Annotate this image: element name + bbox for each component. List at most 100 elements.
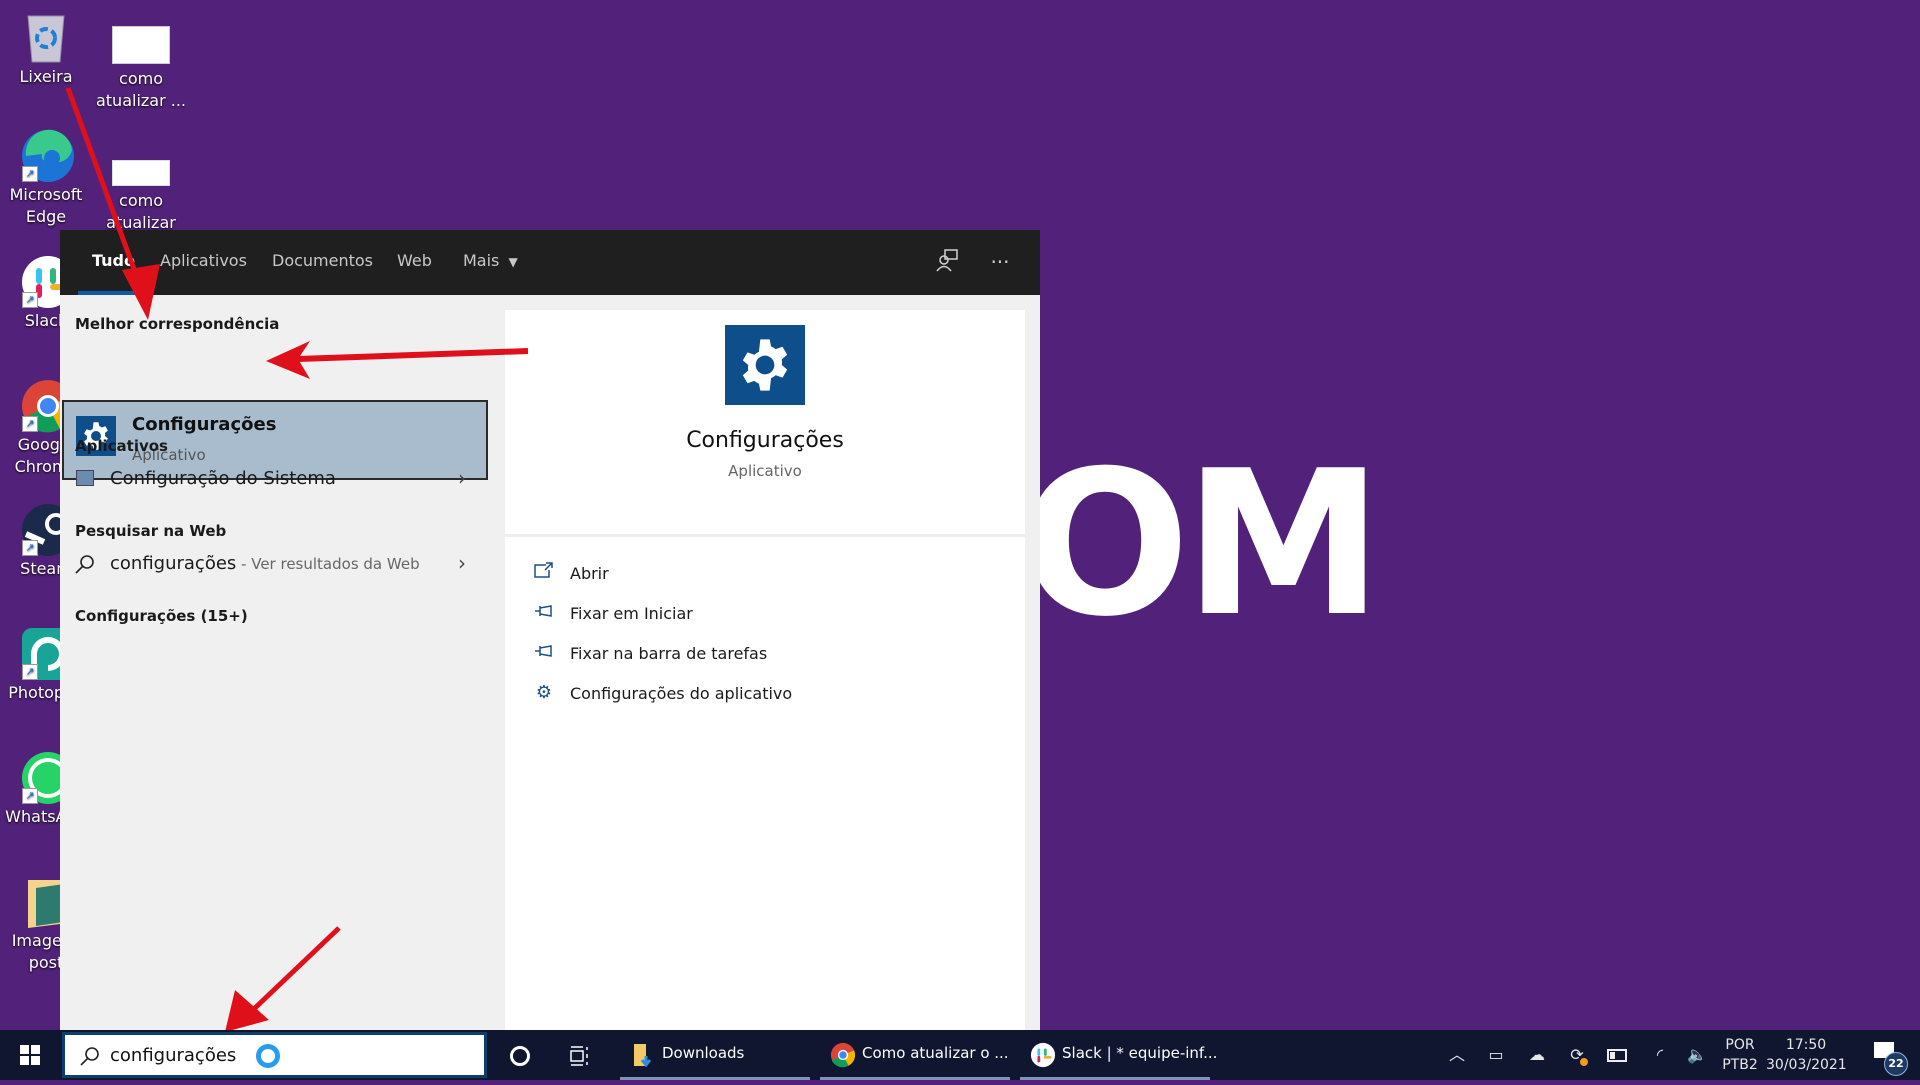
- cortana-button[interactable]: [500, 1030, 540, 1080]
- folder-icon: [634, 1044, 652, 1068]
- language-code: POR: [1725, 1037, 1755, 1053]
- video-camera-icon: ▭: [1488, 1045, 1504, 1064]
- cortana-ring-icon: [256, 1044, 280, 1068]
- document-thumbnail-icon: [112, 26, 170, 64]
- clock-time: 17:50: [1785, 1037, 1827, 1053]
- action-app-settings[interactable]: ⚙ Configurações do aplicativo: [505, 676, 1025, 712]
- app-result-label: Configuração do Sistema: [110, 468, 336, 489]
- task-view-button[interactable]: [560, 1030, 600, 1080]
- feedback-icon[interactable]: [933, 248, 961, 276]
- results-list: Melhor correspondência Configurações Apl…: [60, 295, 490, 1030]
- web-result-text: configurações - Ver resultados da Web: [110, 553, 420, 574]
- desktop-icon-label: Microsoft Edge: [9, 185, 83, 226]
- shortcut-arrow-icon: ↗: [22, 416, 38, 432]
- action-label: Abrir: [570, 564, 609, 583]
- search-filter-bar: Tudo Aplicativos Documentos Web Mais ▼ ·…: [60, 230, 1040, 295]
- cloud-icon: ☁: [1529, 1045, 1545, 1064]
- taskbar-app-slack[interactable]: Slack | * equipe-inf...: [1020, 1030, 1217, 1080]
- shortcut-arrow-icon: ↗: [22, 540, 38, 556]
- search-popup: Tudo Aplicativos Documentos Web Mais ▼ ·…: [60, 230, 1040, 1030]
- shortcut-arrow-icon: ↗: [22, 292, 38, 308]
- chevron-right-icon: ›: [458, 466, 466, 490]
- taskbar: configurações Downloads Como atualizar o…: [0, 1030, 1920, 1080]
- action-pin-taskbar[interactable]: Fixar na barra de tarefas: [505, 636, 1025, 672]
- desktop-icon-label: como atualizar: [106, 191, 176, 232]
- speaker-icon: 🔈: [1687, 1045, 1707, 1064]
- tab-all[interactable]: Tudo: [78, 230, 149, 295]
- volume-button[interactable]: 🔈: [1682, 1030, 1712, 1080]
- slack-icon: [1030, 1042, 1056, 1068]
- tab-more[interactable]: Mais ▼: [463, 230, 518, 295]
- search-icon: [80, 1047, 99, 1066]
- taskbar-app-downloads[interactable]: Downloads: [620, 1030, 810, 1080]
- sync-button[interactable]: ⟳: [1562, 1030, 1592, 1080]
- keyboard-layout: PTB2: [1722, 1057, 1758, 1073]
- divider: [505, 534, 1025, 537]
- web-suffix: - Ver resultados da Web: [236, 555, 420, 573]
- desktop-icon-document-2[interactable]: como atualizar: [93, 160, 189, 234]
- action-label: Fixar na barra de tarefas: [570, 644, 768, 663]
- action-center-button[interactable]: 22: [1866, 1030, 1908, 1080]
- detail-title: Configurações: [686, 428, 844, 453]
- search-input-value[interactable]: configurações: [110, 1045, 236, 1066]
- action-pin-start[interactable]: Fixar em Iniciar: [505, 596, 1025, 632]
- windows-logo-icon: [20, 1045, 40, 1065]
- battery-icon: [1607, 1049, 1627, 1062]
- search-icon: [74, 553, 96, 579]
- more-options-icon[interactable]: ···: [986, 248, 1014, 276]
- open-icon: [533, 562, 555, 584]
- system-config-icon: [76, 470, 94, 486]
- desktop-icon-recycle-bin[interactable]: Lixeira: [0, 10, 94, 88]
- detail-subtitle: Aplicativo: [728, 462, 802, 480]
- section-apps: Aplicativos: [75, 437, 168, 455]
- taskbar-app-label: Como atualizar o ...: [862, 1044, 1009, 1062]
- meet-now-button[interactable]: ▭: [1482, 1030, 1510, 1080]
- tab-web[interactable]: Web: [397, 230, 432, 295]
- result-detail-pane: Configurações Aplicativo Abrir Fixar em …: [505, 310, 1025, 1030]
- recycle-bin-icon: [20, 10, 72, 63]
- action-label: Fixar em Iniciar: [570, 604, 693, 623]
- tab-more-label: Mais: [463, 251, 500, 270]
- pin-icon: [533, 602, 555, 624]
- desktop-icon-label: como atualizar ...: [95, 69, 187, 110]
- taskbar-app-chrome[interactable]: Como atualizar o ...: [820, 1030, 1010, 1080]
- settings-app-large-icon: [725, 325, 805, 405]
- section-best-match: Melhor correspondência: [75, 315, 280, 333]
- chevron-up-icon: ︿: [1448, 1045, 1465, 1064]
- taskbar-search-box[interactable]: configurações: [62, 1032, 487, 1078]
- best-match-title: Configurações: [132, 414, 277, 435]
- web-query: configurações: [110, 553, 237, 574]
- notification-count-badge: 22: [1884, 1052, 1908, 1076]
- chrome-icon: [830, 1042, 856, 1068]
- action-label: Configurações do aplicativo: [570, 684, 793, 703]
- document-thumbnail-icon: [112, 160, 170, 186]
- action-open[interactable]: Abrir: [505, 556, 1025, 592]
- chevron-right-icon: ›: [458, 551, 466, 575]
- taskbar-app-label: Downloads: [662, 1044, 745, 1062]
- web-result[interactable]: configurações - Ver resultados da Web ›: [60, 545, 490, 585]
- onedrive-button[interactable]: ☁: [1522, 1030, 1552, 1080]
- pin-icon: [533, 642, 555, 664]
- tab-documents[interactable]: Documentos: [272, 230, 373, 295]
- battery-button[interactable]: [1602, 1030, 1632, 1080]
- tab-apps[interactable]: Aplicativos: [160, 230, 247, 295]
- language-indicator[interactable]: POR PTB2: [1718, 1030, 1762, 1085]
- desktop-icon-document[interactable]: como atualizar ...: [93, 26, 189, 112]
- wifi-icon: ◜: [1656, 1045, 1664, 1064]
- taskbar-app-label: Slack | * equipe-inf...: [1062, 1044, 1218, 1062]
- shortcut-arrow-icon: ↗: [22, 166, 38, 182]
- app-result-system-configuration[interactable]: Configuração do Sistema ›: [60, 460, 490, 500]
- task-view-icon: [570, 1045, 588, 1066]
- cortana-icon: [510, 1045, 530, 1066]
- desktop-icon-edge[interactable]: ↗ Microsoft Edge: [0, 128, 94, 228]
- clock[interactable]: 17:50 30/03/2021: [1766, 1030, 1847, 1085]
- edge-icon: ↗: [20, 128, 74, 182]
- shortcut-arrow-icon: ↗: [22, 788, 38, 804]
- shortcut-arrow-icon: ↗: [22, 664, 38, 680]
- show-hidden-icons-button[interactable]: ︿: [1444, 1030, 1470, 1080]
- start-button[interactable]: [0, 1030, 60, 1080]
- wallpaper-logo-text: OM: [1020, 428, 1383, 661]
- section-settings[interactable]: Configurações (15+): [75, 607, 248, 625]
- network-button[interactable]: ◜: [1645, 1030, 1675, 1080]
- caret-down-icon: ▼: [508, 255, 518, 269]
